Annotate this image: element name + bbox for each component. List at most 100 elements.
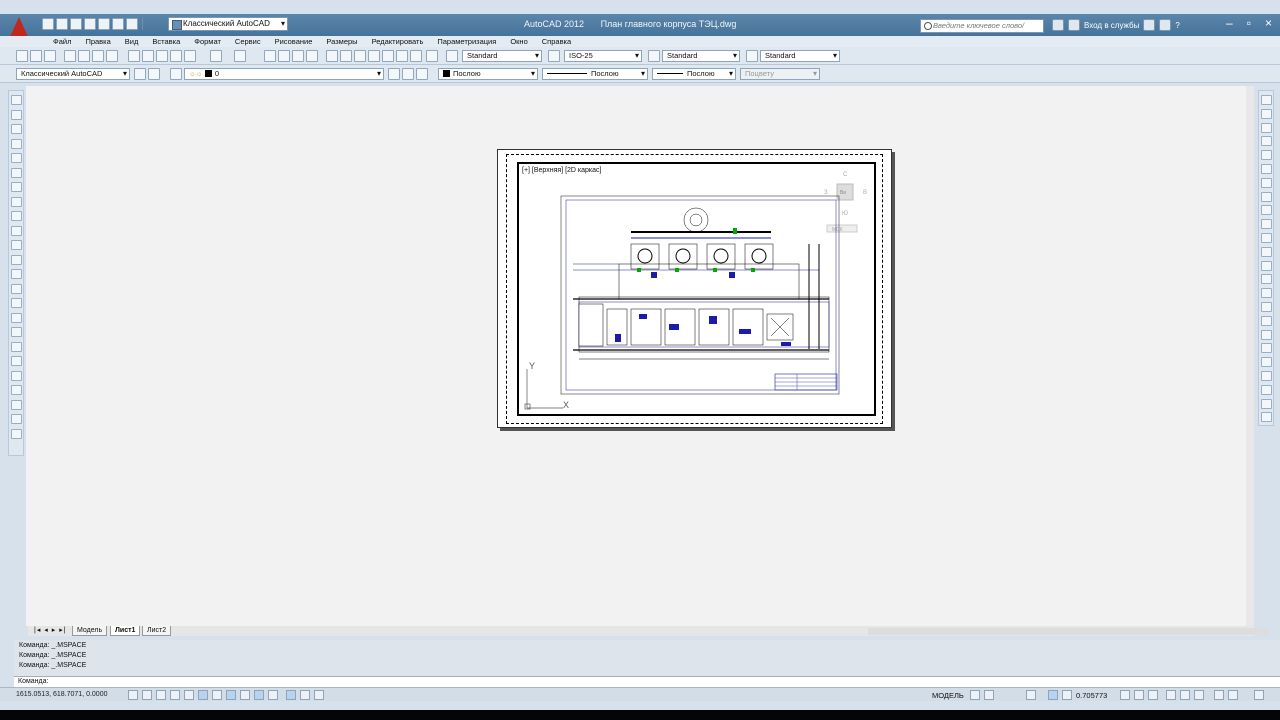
- spline-icon[interactable]: [11, 211, 22, 221]
- auto-scale-icon[interactable]: [1148, 690, 1158, 700]
- copy-icon[interactable]: [1261, 108, 1272, 119]
- draworder-icon[interactable]: [1261, 343, 1272, 354]
- view-cube[interactable]: С З Ве В Ю МСК: [824, 172, 867, 233]
- lock-viewport-icon[interactable]: [1048, 690, 1058, 700]
- menu-view[interactable]: Вид: [118, 36, 146, 47]
- tab-navigation-arrows[interactable]: |◂ ◂ ▸ ▸|: [30, 626, 71, 636]
- open-icon[interactable]: [30, 50, 42, 62]
- scale-icon[interactable]: [1261, 191, 1272, 202]
- tab-sheet2[interactable]: Лист2: [142, 626, 172, 636]
- signin-link[interactable]: Вход в службы: [1084, 21, 1139, 30]
- otrack-icon[interactable]: [226, 690, 236, 700]
- stretch-icon[interactable]: [1261, 205, 1272, 216]
- maximize-viewport-icon[interactable]: [1026, 690, 1036, 700]
- workspace-settings-icon[interactable]: [134, 68, 146, 80]
- menu-insert[interactable]: Вставка: [145, 36, 187, 47]
- 3d-osnap-icon[interactable]: [212, 690, 222, 700]
- hatch-icon[interactable]: [11, 298, 22, 308]
- redo-icon[interactable]: [234, 50, 246, 62]
- zoom-realtime-icon[interactable]: [278, 50, 290, 62]
- coordinates-readout[interactable]: 1615.0513, 618.7071, 0.0000: [16, 691, 107, 698]
- paste-icon[interactable]: [156, 50, 168, 62]
- osnap-icon[interactable]: [198, 690, 208, 700]
- explode-icon[interactable]: [1261, 329, 1272, 340]
- maximize-icon[interactable]: ▫: [1247, 16, 1251, 30]
- menu-tools[interactable]: Сервис: [228, 36, 268, 47]
- move-icon[interactable]: [1261, 164, 1272, 174]
- workspace-switch-icon[interactable]: [1166, 690, 1176, 700]
- color-select[interactable]: Послою: [438, 68, 538, 80]
- save-as-icon[interactable]: [84, 18, 96, 30]
- menu-window[interactable]: Окно: [503, 36, 534, 47]
- region-icon[interactable]: [11, 327, 22, 337]
- viewport[interactable]: [+] [Верхняя] [2D каркас] С З Ве В Ю МСК: [517, 162, 876, 416]
- block-editor-icon[interactable]: [184, 50, 196, 62]
- snap-icon[interactable]: [142, 690, 152, 700]
- quick-view-drawings-icon[interactable]: [984, 690, 994, 700]
- vertical-scrollbar[interactable]: [1246, 86, 1254, 626]
- menu-file[interactable]: Файл: [46, 36, 78, 47]
- close-icon[interactable]: ×: [1265, 16, 1272, 30]
- user-icon[interactable]: [1068, 19, 1080, 31]
- menu-format[interactable]: Формат: [187, 36, 228, 47]
- hatch-back-icon[interactable]: [1261, 398, 1272, 409]
- linetype-select[interactable]: Послою: [542, 68, 648, 80]
- bring-front-icon[interactable]: [1261, 357, 1272, 368]
- annotation-visibility-icon[interactable]: [1134, 690, 1144, 700]
- workspace-select[interactable]: Классический AutoCAD: [168, 17, 288, 31]
- dim-style-icon[interactable]: [548, 50, 560, 62]
- layer-manager-icon[interactable]: [148, 68, 160, 80]
- polyline-icon[interactable]: [11, 124, 22, 134]
- viewport-scale-icon[interactable]: [1062, 690, 1072, 700]
- ortho-icon[interactable]: [170, 690, 180, 700]
- multiline-text-icon[interactable]: [11, 356, 22, 366]
- polygon-icon[interactable]: [11, 138, 22, 149]
- trim-icon[interactable]: [1261, 219, 1272, 230]
- quick-view-layouts-icon[interactable]: [970, 690, 980, 700]
- menu-edit[interactable]: Правка: [78, 36, 117, 47]
- infer-constraints-icon[interactable]: [128, 690, 138, 700]
- toolbar-lock-icon[interactable]: [1180, 690, 1190, 700]
- group-icon[interactable]: [11, 414, 22, 424]
- tool-palettes-icon[interactable]: [354, 50, 366, 62]
- send-back-icon[interactable]: [1261, 371, 1272, 381]
- rectangle-icon[interactable]: [11, 153, 22, 163]
- mleader-style-select[interactable]: Standard: [760, 50, 840, 62]
- grid-icon[interactable]: [156, 690, 166, 700]
- match-properties-icon[interactable]: [170, 50, 182, 62]
- menu-dimension[interactable]: Размеры: [319, 36, 364, 47]
- text-style-icon[interactable]: [446, 50, 458, 62]
- blend-icon[interactable]: [1261, 315, 1272, 326]
- publish-icon[interactable]: [92, 50, 104, 62]
- minimize-icon[interactable]: –: [1226, 16, 1233, 30]
- 3d-print-icon[interactable]: [106, 50, 118, 62]
- dim-style-select[interactable]: ISO-25: [564, 50, 642, 62]
- binoculars-icon[interactable]: [1052, 19, 1064, 31]
- viewport-scale-value[interactable]: 0.705773: [1076, 691, 1107, 700]
- design-center-icon[interactable]: [340, 50, 352, 62]
- offset-icon[interactable]: [1261, 136, 1272, 147]
- construction-line-icon[interactable]: [11, 109, 22, 120]
- quickcalc-icon[interactable]: [396, 50, 408, 62]
- point-icon[interactable]: [11, 283, 22, 294]
- help-icon[interactable]: [426, 50, 438, 62]
- qp-icon[interactable]: [300, 690, 310, 700]
- command-input[interactable]: Команда:: [14, 676, 1280, 687]
- save-icon[interactable]: [44, 50, 56, 62]
- new-icon[interactable]: [16, 50, 28, 62]
- menu-modify[interactable]: Редактировать: [365, 36, 431, 47]
- workspace-combo[interactable]: Классический AutoCAD: [16, 68, 130, 80]
- revision-cloud-icon[interactable]: [11, 196, 22, 207]
- lwt-icon[interactable]: [268, 690, 278, 700]
- open-file-icon[interactable]: [56, 18, 68, 30]
- layer-properties-icon[interactable]: [170, 68, 182, 80]
- markup-icon[interactable]: [382, 50, 394, 62]
- menu-draw[interactable]: Рисование: [268, 36, 320, 47]
- preview-icon[interactable]: [78, 50, 90, 62]
- layer-select[interactable]: ☼☼ 0: [184, 68, 384, 80]
- text-front-icon[interactable]: [1261, 384, 1272, 395]
- pan-icon[interactable]: [264, 50, 276, 62]
- drawing-recovery-icon[interactable]: [1261, 412, 1272, 423]
- layer-previous-icon[interactable]: [402, 68, 414, 80]
- mleader-style-icon[interactable]: [746, 50, 758, 62]
